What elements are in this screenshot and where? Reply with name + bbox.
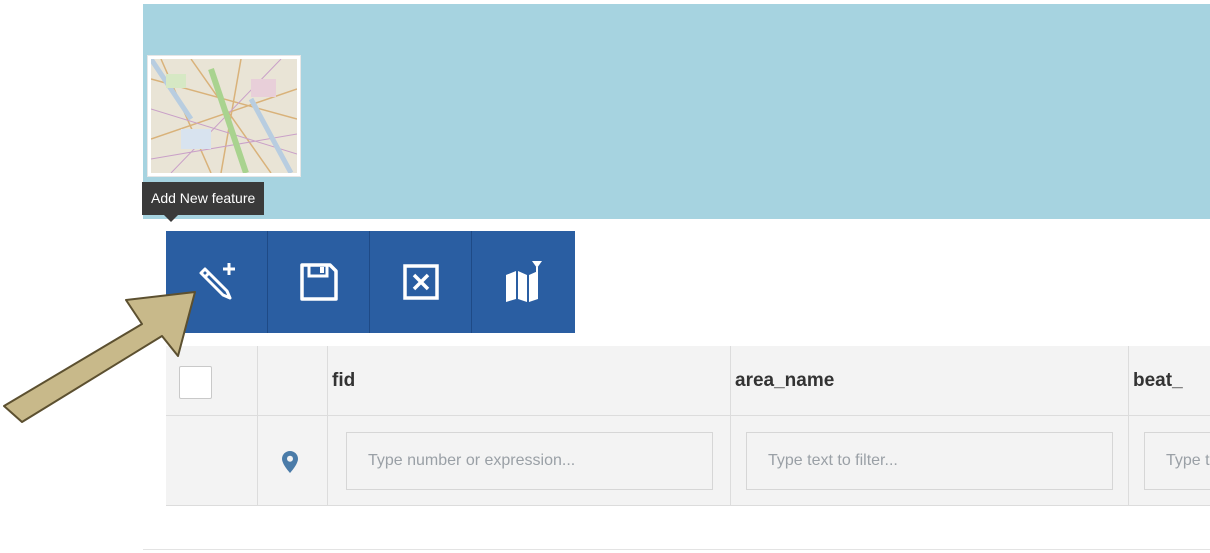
close-box-icon (402, 264, 439, 300)
attribute-table: fid area_name beat_ (166, 346, 1210, 506)
filter-cell-beat (1129, 416, 1210, 505)
fid-filter-input[interactable] (346, 432, 713, 490)
background-layer-thumbnail[interactable] (147, 55, 301, 177)
delete-features-button[interactable] (370, 231, 472, 333)
tooltip-pointer (164, 215, 178, 222)
map-filter-icon (506, 261, 542, 302)
save-button[interactable] (268, 231, 370, 333)
column-header-beat[interactable]: beat_ (1129, 346, 1210, 415)
column-title-fid: fid (332, 370, 356, 391)
filter-cell-area-name (731, 416, 1129, 505)
zoom-filter-cell (258, 416, 328, 505)
column-header-area-name[interactable]: area_name (731, 346, 1129, 415)
column-header-fid[interactable]: fid (328, 346, 731, 415)
map-view[interactable] (143, 4, 1210, 219)
feature-editor-toolbar (166, 231, 575, 333)
floppy-disk-icon (299, 263, 338, 301)
table-header-row: fid area_name beat_ (166, 346, 1210, 416)
column-title-area-name: area_name (735, 370, 835, 391)
beat-filter-input[interactable] (1144, 432, 1210, 490)
table-bottom-divider (143, 549, 1210, 550)
pointer-arrow-icon (3, 291, 196, 423)
tooltip: Add New feature (142, 182, 265, 215)
filter-cell-fid (328, 416, 731, 505)
area-name-filter-input[interactable] (746, 432, 1113, 490)
map-thumbnail-image (151, 59, 297, 173)
zoom-column-header (258, 346, 328, 415)
map-marker-icon[interactable] (282, 451, 298, 473)
table-filter-row (166, 416, 1210, 506)
filter-by-map-button[interactable] (472, 231, 574, 333)
column-title-beat: beat_ (1133, 370, 1183, 391)
